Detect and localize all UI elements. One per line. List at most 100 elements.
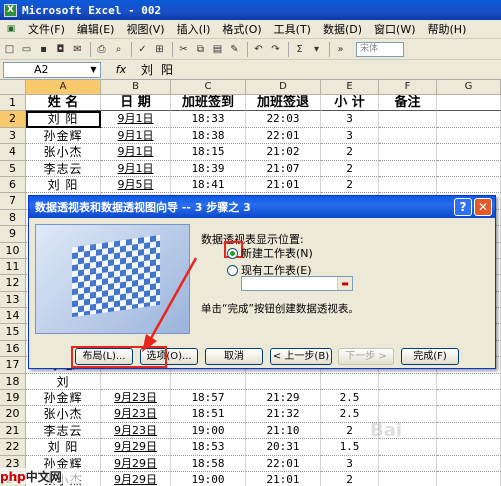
table-cell[interactable] bbox=[171, 373, 246, 391]
column-header-e[interactable]: E bbox=[321, 80, 379, 95]
table-cell[interactable]: 21:32 bbox=[246, 406, 321, 423]
formula-content[interactable]: 刘阳 bbox=[141, 61, 181, 78]
table-cell[interactable]: 孙金辉 bbox=[26, 127, 101, 145]
cancel-button[interactable]: 取消 bbox=[205, 348, 263, 365]
toolbar-options-icon[interactable]: » bbox=[333, 42, 348, 57]
table-cell[interactable]: 刘 阳 bbox=[26, 176, 101, 194]
column-header-a[interactable]: A bbox=[26, 80, 101, 95]
row-header[interactable]: 20 bbox=[0, 406, 26, 423]
table-cell[interactable] bbox=[437, 471, 501, 486]
table-cell[interactable]: 21:10 bbox=[246, 422, 321, 440]
table-cell[interactable]: 21:01 bbox=[246, 471, 321, 486]
table-cell[interactable]: 19:00 bbox=[171, 422, 246, 440]
table-cell[interactable]: 9月1日 bbox=[101, 111, 171, 128]
row-header[interactable]: 9 bbox=[0, 226, 26, 243]
table-cell[interactable] bbox=[379, 111, 437, 128]
format-painter-icon[interactable]: ✎ bbox=[227, 42, 242, 57]
permission-icon[interactable]: ◘ bbox=[53, 42, 68, 57]
select-all-corner[interactable] bbox=[0, 80, 26, 95]
table-cell[interactable] bbox=[437, 111, 501, 128]
table-cell[interactable]: 李志云 bbox=[26, 422, 101, 440]
radio-unselected-icon[interactable] bbox=[227, 264, 238, 276]
row-header[interactable]: 10 bbox=[0, 242, 26, 259]
table-cell[interactable]: 9月23日 bbox=[101, 390, 171, 407]
save-icon[interactable]: ▪ bbox=[36, 42, 51, 57]
table-cell[interactable]: 2 bbox=[321, 471, 379, 486]
function-icon[interactable]: fx bbox=[101, 63, 141, 76]
row-header[interactable]: 1 bbox=[0, 95, 26, 112]
table-cell[interactable] bbox=[437, 373, 501, 391]
table-cell[interactable]: 9月1日 bbox=[101, 127, 171, 145]
table-cell[interactable] bbox=[437, 390, 501, 407]
table-cell[interactable]: 18:38 bbox=[171, 127, 246, 145]
header-cell[interactable] bbox=[437, 95, 501, 112]
menu-data[interactable]: 数据(D) bbox=[317, 21, 368, 37]
table-cell[interactable]: 18:57 bbox=[171, 390, 246, 407]
table-cell[interactable] bbox=[379, 160, 437, 177]
table-cell[interactable]: 2.5 bbox=[321, 390, 379, 407]
row-header[interactable]: 22 bbox=[0, 439, 26, 456]
font-name-box[interactable]: 宋体 bbox=[356, 41, 404, 57]
header-cell[interactable]: 备注 bbox=[379, 95, 437, 112]
menu-help[interactable]: 帮助(H) bbox=[422, 21, 473, 37]
table-cell[interactable]: 9月29日 bbox=[101, 439, 171, 456]
table-cell[interactable] bbox=[437, 455, 501, 472]
row-header[interactable]: 16 bbox=[0, 340, 26, 358]
table-cell[interactable] bbox=[437, 406, 501, 423]
column-header-b[interactable]: B bbox=[101, 80, 171, 95]
row-header[interactable]: 21 bbox=[0, 422, 26, 440]
row-header[interactable]: 12 bbox=[0, 275, 26, 292]
row-header[interactable]: 6 bbox=[0, 176, 26, 194]
row-header[interactable]: 7 bbox=[0, 193, 26, 210]
row-header[interactable]: 11 bbox=[0, 258, 26, 276]
table-cell[interactable]: 刘 bbox=[26, 373, 101, 391]
table-cell[interactable]: 9月29日 bbox=[101, 471, 171, 486]
table-cell[interactable]: 刘 阳 bbox=[26, 439, 101, 456]
column-header-d[interactable]: D bbox=[246, 80, 321, 95]
table-cell[interactable]: 3 bbox=[321, 455, 379, 472]
table-cell[interactable]: 李志云 bbox=[26, 160, 101, 177]
table-cell[interactable] bbox=[379, 439, 437, 456]
table-cell[interactable]: 18:53 bbox=[171, 439, 246, 456]
table-cell[interactable] bbox=[379, 144, 437, 161]
header-cell[interactable]: 姓 名 bbox=[26, 95, 101, 112]
collapse-dialog-icon[interactable]: ▬ bbox=[337, 277, 352, 290]
back-button[interactable]: < 上一步(B) bbox=[270, 348, 332, 365]
table-cell[interactable]: 21:07 bbox=[246, 160, 321, 177]
table-cell[interactable] bbox=[437, 144, 501, 161]
table-cell[interactable]: 2 bbox=[321, 160, 379, 177]
finish-button[interactable]: 完成(F) bbox=[401, 348, 459, 365]
table-cell[interactable]: 3 bbox=[321, 127, 379, 145]
row-header[interactable]: 18 bbox=[0, 373, 26, 391]
paste-icon[interactable]: ▤ bbox=[210, 42, 225, 57]
table-cell[interactable]: 18:33 bbox=[171, 111, 246, 128]
table-cell[interactable] bbox=[437, 439, 501, 456]
table-cell[interactable] bbox=[379, 176, 437, 194]
table-cell[interactable]: 9月1日 bbox=[101, 160, 171, 177]
undo-icon[interactable]: ↶ bbox=[251, 42, 266, 57]
table-cell[interactable]: 9月23日 bbox=[101, 406, 171, 423]
table-cell[interactable] bbox=[437, 127, 501, 145]
table-cell[interactable]: 22:01 bbox=[246, 455, 321, 472]
row-header[interactable]: 2 bbox=[0, 111, 26, 128]
table-cell[interactable]: 21:01 bbox=[246, 176, 321, 194]
table-cell[interactable]: 2 bbox=[321, 144, 379, 161]
column-header-f[interactable]: F bbox=[379, 80, 437, 95]
table-cell[interactable] bbox=[379, 471, 437, 486]
print-preview-icon[interactable]: ⌕ bbox=[111, 42, 126, 57]
table-cell[interactable]: 20:31 bbox=[246, 439, 321, 456]
chevron-down-icon[interactable]: ▼ bbox=[88, 64, 99, 76]
table-cell[interactable] bbox=[379, 127, 437, 145]
table-cell[interactable] bbox=[437, 160, 501, 177]
print-icon[interactable]: ⎙ bbox=[94, 42, 109, 57]
table-cell[interactable]: 张小杰 bbox=[26, 144, 101, 161]
row-header[interactable]: 14 bbox=[0, 308, 26, 325]
copy-icon[interactable]: ⧉ bbox=[193, 42, 208, 57]
excel-doc-icon[interactable]: ▣ bbox=[2, 21, 20, 37]
menu-tools[interactable]: 工具(T) bbox=[268, 21, 317, 37]
table-cell[interactable] bbox=[437, 176, 501, 194]
table-cell[interactable] bbox=[321, 373, 379, 391]
menu-format[interactable]: 格式(O) bbox=[216, 21, 267, 37]
table-cell[interactable]: 18:39 bbox=[171, 160, 246, 177]
table-cell[interactable]: 18:58 bbox=[171, 455, 246, 472]
